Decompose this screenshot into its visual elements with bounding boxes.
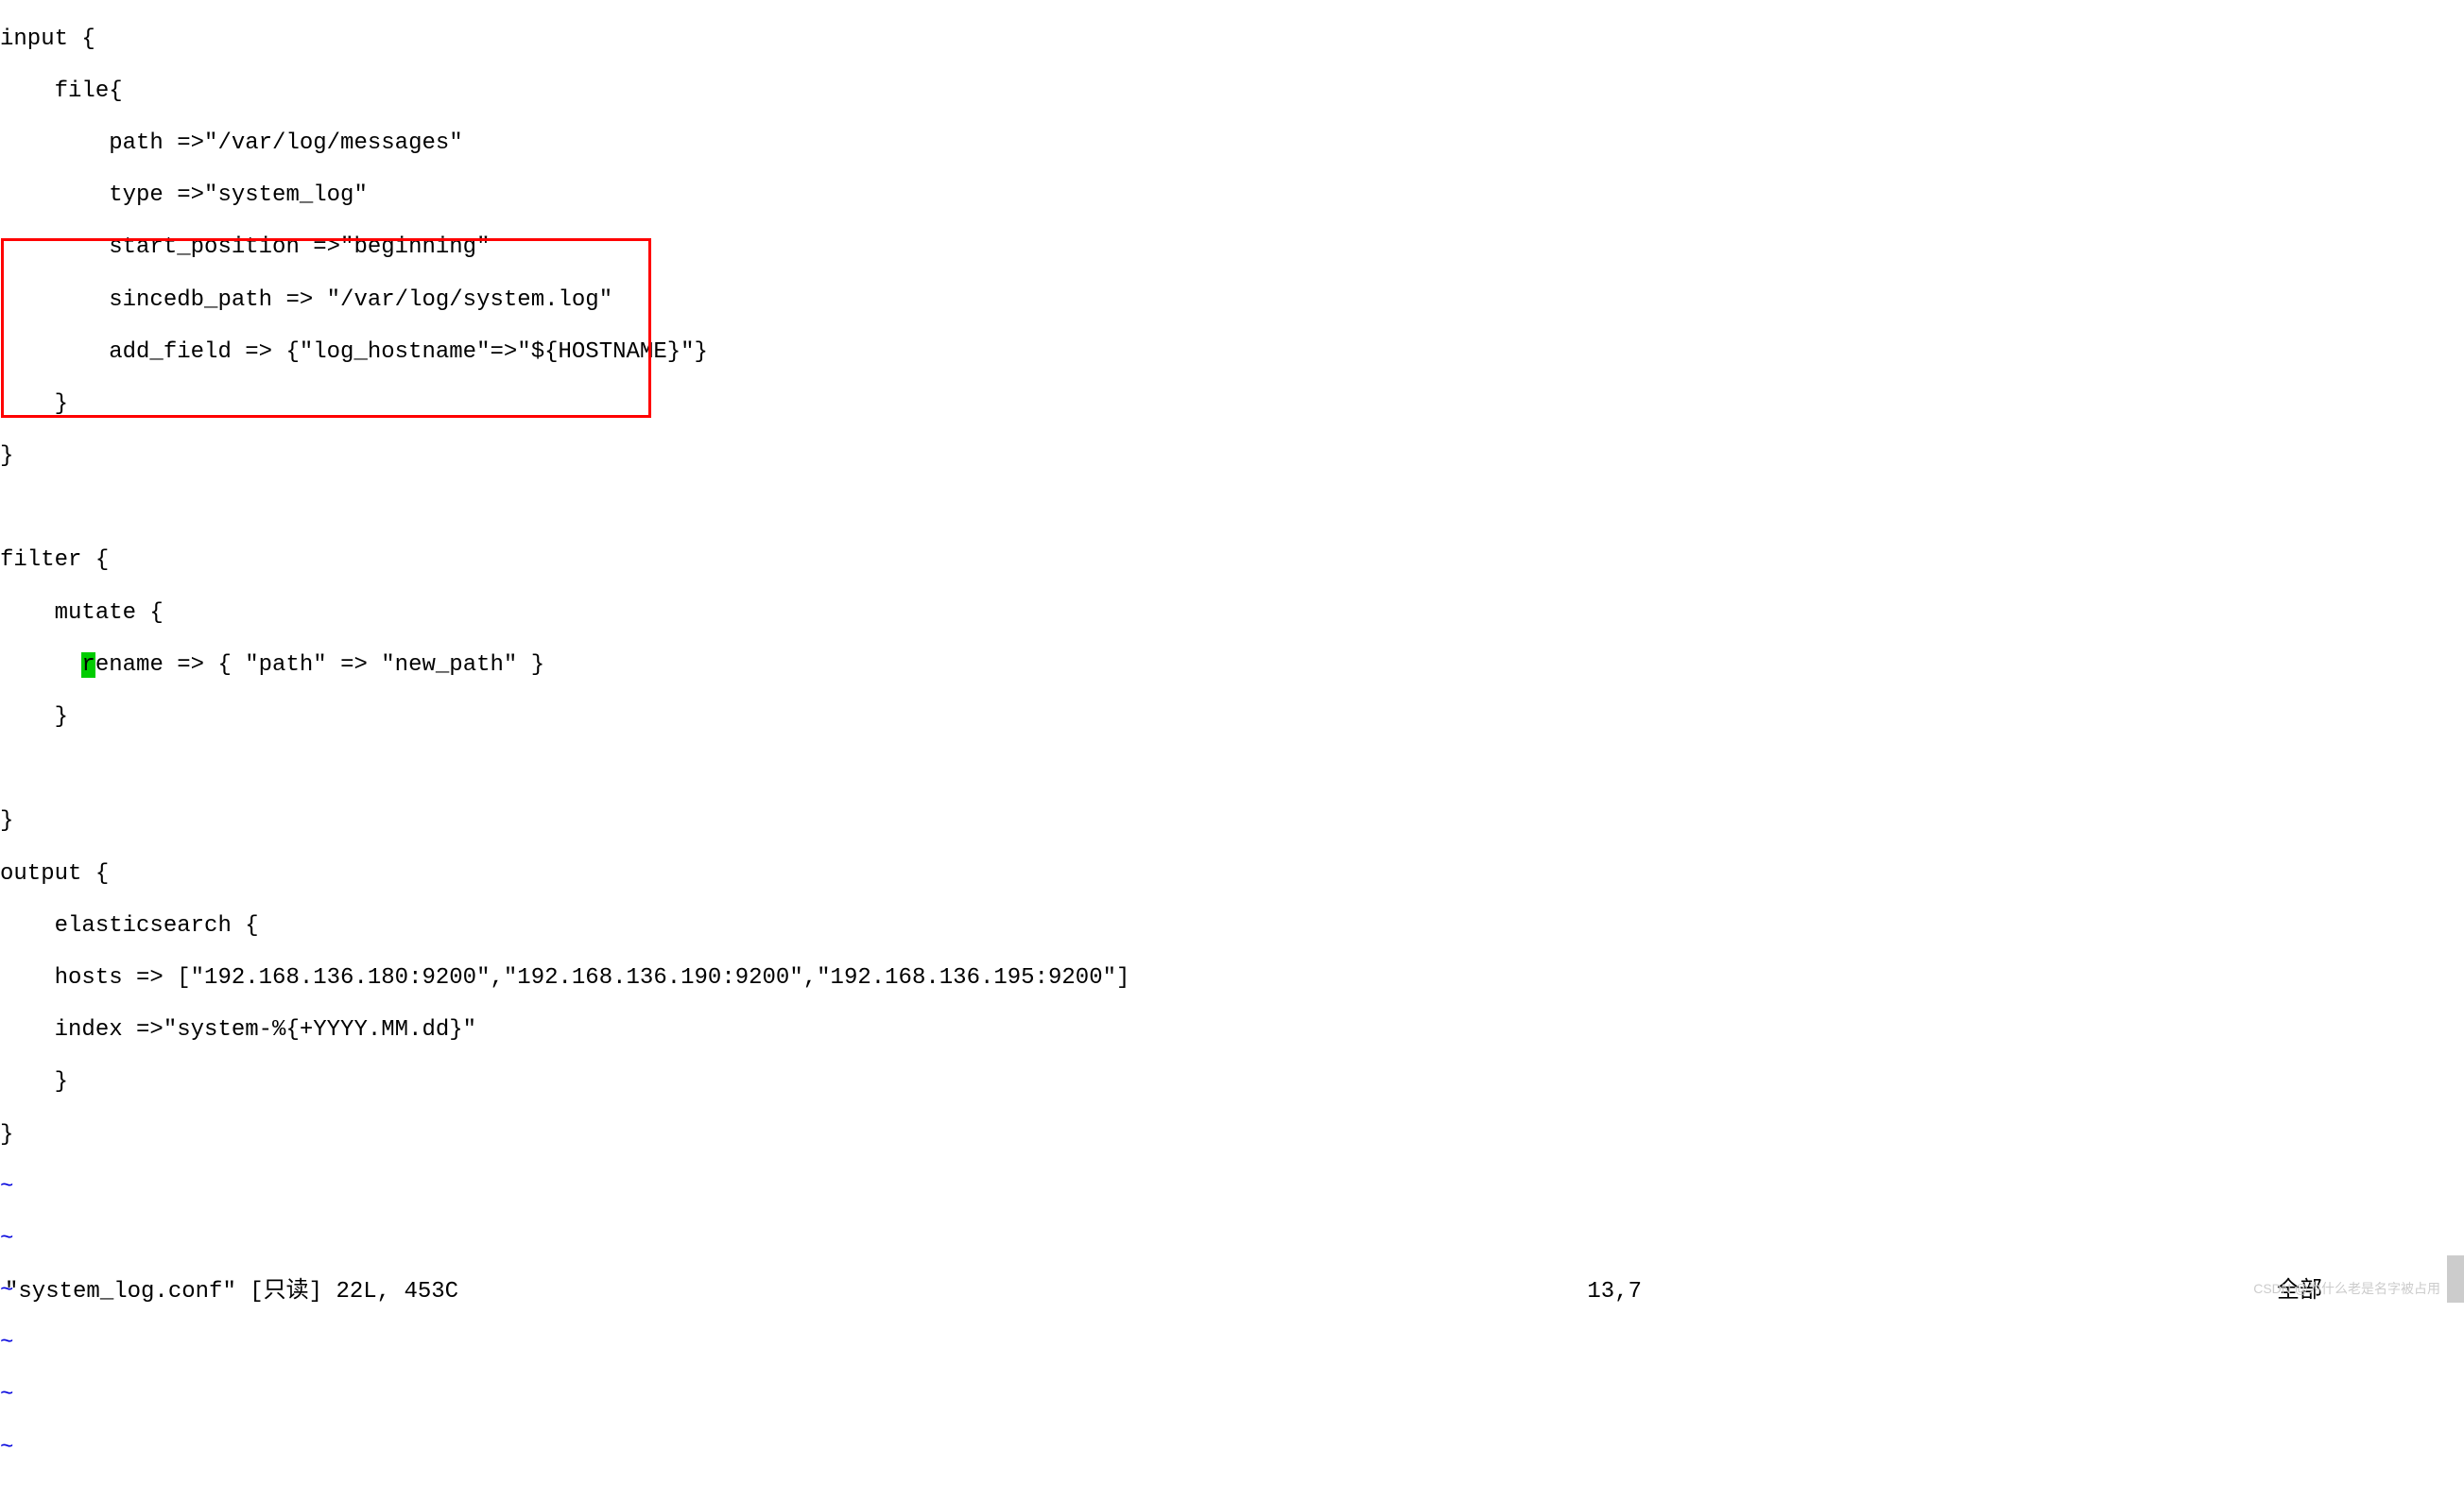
code-line: index =>"system-%{+YYYY.MM.dd}" bbox=[0, 1017, 2464, 1044]
vim-tilde: ~ bbox=[0, 1226, 2464, 1253]
vim-tilde: ~ bbox=[0, 1174, 2464, 1201]
status-filename: "system_log.conf" [只读] 22L, 453C bbox=[5, 1279, 458, 1305]
code-line: } bbox=[0, 704, 2464, 731]
code-line: } bbox=[0, 1122, 2464, 1149]
code-line: hosts => ["192.168.136.180:9200","192.16… bbox=[0, 965, 2464, 992]
code-line: } bbox=[0, 443, 2464, 470]
code-line: file{ bbox=[0, 78, 2464, 105]
code-line-with-cursor: rename => { "path" => "new_path" } bbox=[0, 652, 2464, 679]
code-rest: ename => { "path" => "new_path" } bbox=[95, 652, 544, 678]
code-line: input { bbox=[0, 26, 2464, 53]
status-cursor-position: 13,7 bbox=[1587, 1279, 1642, 1305]
vim-cursor: r bbox=[81, 652, 95, 678]
code-line: } bbox=[0, 1069, 2464, 1096]
code-line: start_position =>"beginning" bbox=[0, 234, 2464, 261]
code-line: type =>"system_log" bbox=[0, 182, 2464, 209]
watermark-text: CSDN @为什么老是名字被占用 bbox=[2253, 1281, 2440, 1296]
code-line: sincedb_path => "/var/log/system.log" bbox=[0, 287, 2464, 314]
vim-editor[interactable]: input { file{ path =>"/var/log/messages"… bbox=[0, 0, 2464, 1487]
code-line: elasticsearch { bbox=[0, 913, 2464, 940]
code-line bbox=[0, 756, 2464, 783]
code-line: filter { bbox=[0, 547, 2464, 574]
code-line: add_field => {"log_hostname"=>"${HOSTNAM… bbox=[0, 339, 2464, 366]
code-line: path =>"/var/log/messages" bbox=[0, 130, 2464, 157]
scrollbar-thumb[interactable] bbox=[2447, 1255, 2464, 1303]
vim-tilde: ~ bbox=[0, 1435, 2464, 1461]
vim-tilde: ~ bbox=[0, 1382, 2464, 1409]
code-line bbox=[0, 495, 2464, 522]
code-prefix bbox=[0, 652, 81, 678]
code-line: output { bbox=[0, 861, 2464, 888]
code-line: } bbox=[0, 808, 2464, 835]
code-line: } bbox=[0, 391, 2464, 418]
code-line: mutate { bbox=[0, 600, 2464, 627]
vim-status-bar: "system_log.conf" [只读] 22L, 453C 13,7 全部 bbox=[0, 1279, 2464, 1305]
vim-tilde: ~ bbox=[0, 1330, 2464, 1357]
